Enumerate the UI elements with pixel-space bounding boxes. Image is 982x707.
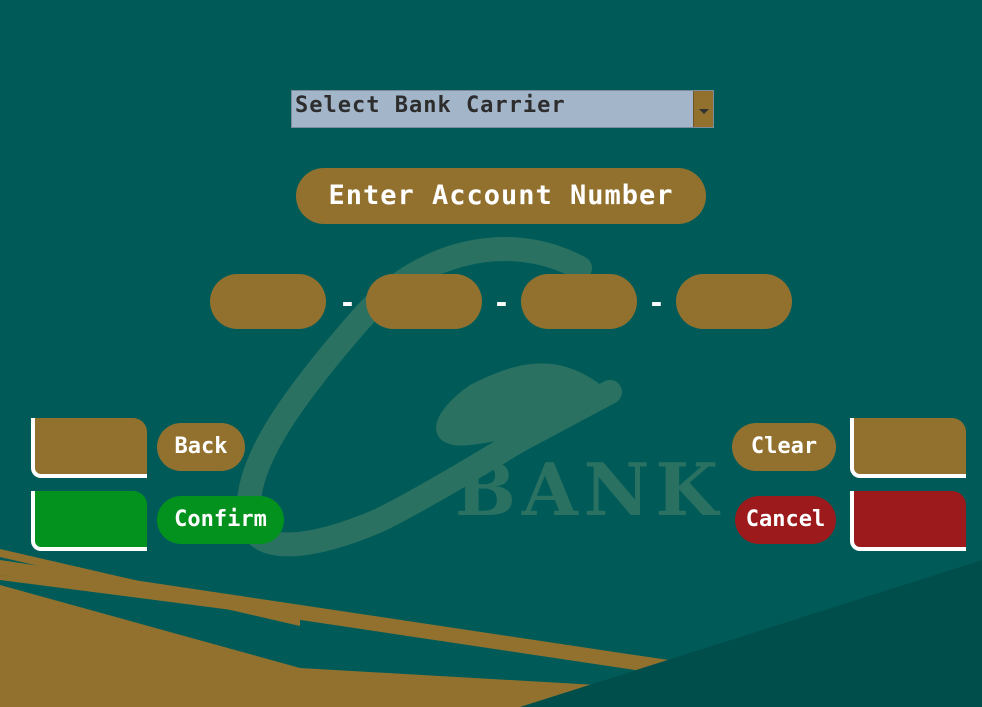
dark-corner-shade xyxy=(520,560,982,707)
cancel-side-key[interactable] xyxy=(850,491,966,551)
clear-side-key[interactable] xyxy=(850,418,966,478)
bank-carrier-select[interactable]: Select Bank Carrier xyxy=(291,90,714,128)
account-number-field-3[interactable] xyxy=(521,274,637,329)
back-button[interactable]: Back xyxy=(157,423,245,471)
page-title: Enter Account Number xyxy=(296,168,706,224)
clear-button[interactable]: Clear xyxy=(732,423,836,471)
account-separator-2: - xyxy=(493,286,510,319)
account-number-field-2[interactable] xyxy=(366,274,482,329)
account-number-field-1[interactable] xyxy=(210,274,326,329)
account-separator-1: - xyxy=(339,286,356,319)
bank-logo-text: BANK xyxy=(455,447,724,532)
cancel-button[interactable]: Cancel xyxy=(735,496,836,544)
account-separator-3: - xyxy=(648,286,665,319)
confirm-side-key[interactable] xyxy=(31,491,147,551)
bank-carrier-select-value: Select Bank Carrier xyxy=(295,93,566,118)
back-side-key[interactable] xyxy=(31,418,147,478)
atm-screen: BANK Select Bank Carrier Enter Account N… xyxy=(0,0,982,707)
confirm-button[interactable]: Confirm xyxy=(157,496,284,544)
chevron-down-icon[interactable] xyxy=(693,91,713,127)
account-number-field-4[interactable] xyxy=(676,274,792,329)
